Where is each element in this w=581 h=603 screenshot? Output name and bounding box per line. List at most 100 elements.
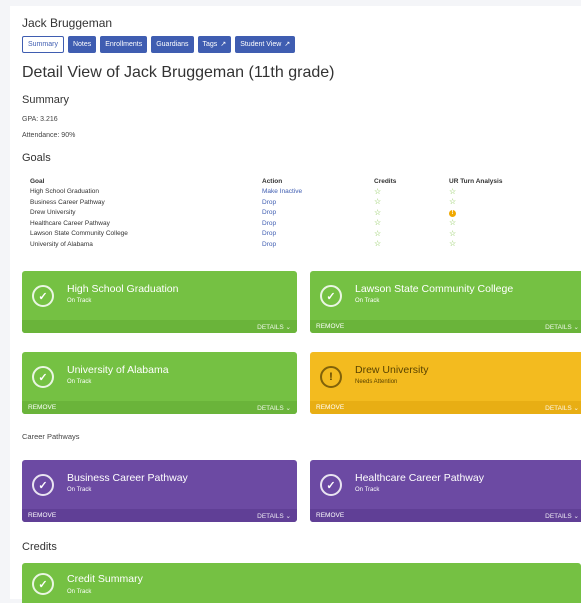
warning-icon: ! <box>449 209 456 217</box>
card-title: High School Graduation <box>67 283 179 295</box>
tab-label: Summary <box>28 41 58 48</box>
details-button[interactable]: DETAILS ⌄ <box>257 323 291 331</box>
career-card-business: ✓ Business Career Pathway On Track REMOV… <box>22 460 297 522</box>
drop-link[interactable]: Drop <box>262 230 374 237</box>
details-label: DETAILS <box>257 323 284 331</box>
check-icon: ✓ <box>32 285 54 307</box>
star-icon: ☆ <box>449 197 457 207</box>
attendance-text: Attendance: 90% <box>22 132 76 139</box>
credit-summary-card: ✓ Credit Summary On Track <box>22 563 581 603</box>
make-inactive-link[interactable]: Make Inactive <box>262 188 374 195</box>
goal-name: Healthcare Career Pathway <box>30 219 110 227</box>
tab-label: Student View <box>240 41 282 48</box>
tab-label: Enrollments <box>105 41 143 48</box>
summary-heading: Summary <box>22 94 70 106</box>
goal-name: University of Alabama <box>30 240 93 248</box>
star-icon: ☆ <box>374 239 382 249</box>
drop-link[interactable]: Drop <box>262 241 374 248</box>
card-title: Credit Summary <box>67 573 143 585</box>
details-label: DETAILS <box>257 404 284 412</box>
tab-label: Guardians <box>156 41 189 48</box>
tab-label: Tags <box>202 41 218 48</box>
goals-heading: Goals <box>22 152 51 164</box>
table-row: Business Career Pathway Drop ☆ ☆ <box>30 197 570 208</box>
drop-link[interactable]: Drop <box>262 199 374 206</box>
goal-card-lawson-state: ✓ Lawson State Community College On Trac… <box>310 271 581 333</box>
goal-name: Business Career Pathway <box>30 198 105 206</box>
star-icon: ☆ <box>374 197 382 207</box>
chevron-down-icon: ⌄ <box>285 404 291 412</box>
card-title: University of Alabama <box>67 364 169 376</box>
star-icon: ☆ <box>374 207 382 217</box>
gpa-text: GPA: 3.216 <box>22 116 58 123</box>
star-icon: ☆ <box>449 239 457 249</box>
card-title: Healthcare Career Pathway <box>355 472 484 484</box>
card-status: On Track <box>67 379 92 385</box>
tab-tags[interactable]: Tags ↗ <box>197 36 232 53</box>
chevron-down-icon: ⌄ <box>285 512 291 520</box>
career-card-healthcare: ✓ Healthcare Career Pathway On Track REM… <box>310 460 581 522</box>
card-title: Drew University <box>355 364 429 376</box>
card-title: Business Career Pathway <box>67 472 188 484</box>
table-row: High School Graduation Make Inactive ☆ ☆ <box>30 187 570 198</box>
card-footer: REMOVE DETAILS ⌄ <box>310 509 581 522</box>
star-icon: ☆ <box>449 186 457 196</box>
table-row: Lawson State Community College Drop ☆ ☆ <box>30 229 570 240</box>
check-icon: ✓ <box>320 474 342 496</box>
star-icon: ☆ <box>449 218 457 228</box>
check-icon: ✓ <box>32 366 54 388</box>
drop-link[interactable]: Drop <box>262 209 374 216</box>
drop-link[interactable]: Drop <box>262 220 374 227</box>
credits-heading: Credits <box>22 541 57 553</box>
table-row: Healthcare Career Pathway Drop ☆ ☆ <box>30 218 570 229</box>
remove-button[interactable]: REMOVE <box>316 404 344 411</box>
column-header: UR Turn Analysis <box>449 177 503 185</box>
card-footer: REMOVE DETAILS ⌄ <box>310 320 581 333</box>
student-detail-page: Jack Bruggeman Summary Notes Enrollments… <box>10 6 581 603</box>
details-button[interactable]: DETAILS ⌄ <box>545 512 579 520</box>
tab-label: Notes <box>72 41 92 48</box>
details-button[interactable]: DETAILS ⌄ <box>257 512 291 520</box>
card-status: Needs Attention <box>355 379 398 385</box>
goal-card-university-of-alabama: ✓ University of Alabama On Track REMOVE … <box>22 352 297 414</box>
tab-summary[interactable]: Summary <box>22 36 64 53</box>
chevron-down-icon: ⌄ <box>573 404 579 412</box>
details-button[interactable]: DETAILS ⌄ <box>545 404 579 412</box>
remove-button[interactable]: REMOVE <box>316 512 344 519</box>
star-icon: ☆ <box>374 228 382 238</box>
column-header: Action <box>262 177 283 185</box>
details-button[interactable]: DETAILS ⌄ <box>257 404 291 412</box>
details-label: DETAILS <box>545 512 572 520</box>
page-title: Detail View of Jack Bruggeman (11th grad… <box>22 64 335 81</box>
tab-student-view[interactable]: Student View ↗ <box>235 36 296 53</box>
external-link-icon: ↗ <box>284 41 291 48</box>
details-label: DETAILS <box>257 512 284 520</box>
tab-notes[interactable]: Notes <box>67 36 97 53</box>
check-icon: ✓ <box>32 573 54 595</box>
goal-card-drew-university: ! Drew University Needs Attention REMOVE… <box>310 352 581 414</box>
goal-card-high-school-graduation: ✓ High School Graduation On Track DETAIL… <box>22 271 297 333</box>
remove-button[interactable]: REMOVE <box>28 404 56 411</box>
tab-bar: Summary Notes Enrollments Guardians Tags… <box>22 36 296 53</box>
tab-guardians[interactable]: Guardians <box>151 36 194 53</box>
goals-table: Goal Action Credits UR Turn Analysis Hig… <box>30 176 570 250</box>
table-row: University of Alabama Drop ☆ ☆ <box>30 239 570 250</box>
table-row: Drew University Drop ☆ ! <box>30 208 570 219</box>
career-pathways-heading: Career Pathways <box>22 432 80 441</box>
table-header: Goal Action Credits UR Turn Analysis <box>30 176 570 187</box>
card-footer: REMOVE DETAILS ⌄ <box>310 401 581 414</box>
star-icon: ☆ <box>374 218 382 228</box>
chevron-down-icon: ⌄ <box>573 323 579 331</box>
card-status: On Track <box>67 298 92 304</box>
details-label: DETAILS <box>545 323 572 331</box>
card-status: On Track <box>355 298 380 304</box>
card-status: On Track <box>67 487 92 493</box>
remove-button[interactable]: REMOVE <box>316 323 344 330</box>
remove-button[interactable]: REMOVE <box>28 512 56 519</box>
star-icon: ☆ <box>374 186 382 196</box>
check-icon: ✓ <box>32 474 54 496</box>
tab-enrollments[interactable]: Enrollments <box>100 36 148 53</box>
external-link-icon: ↗ <box>220 41 227 48</box>
details-button[interactable]: DETAILS ⌄ <box>545 323 579 331</box>
goal-name: High School Graduation <box>30 188 100 196</box>
